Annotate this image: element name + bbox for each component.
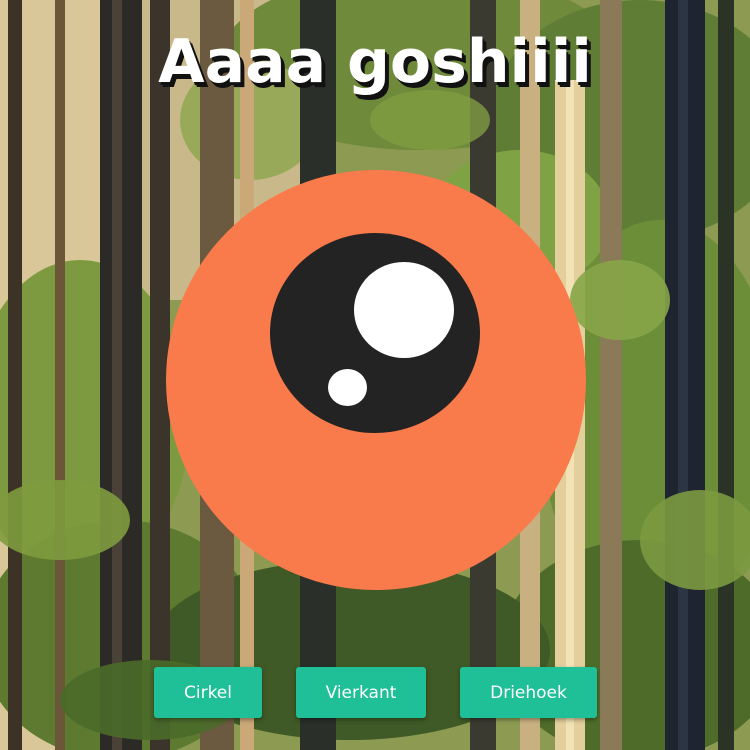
eye-highlight-small	[328, 369, 367, 406]
eye-highlight-large	[354, 262, 454, 358]
driehoek-button[interactable]: Driehoek	[460, 667, 597, 718]
cirkel-button[interactable]: Cirkel	[154, 667, 262, 718]
page-title: Aaaa goshiiii	[158, 27, 592, 97]
vierkant-button[interactable]: Vierkant	[296, 667, 426, 718]
